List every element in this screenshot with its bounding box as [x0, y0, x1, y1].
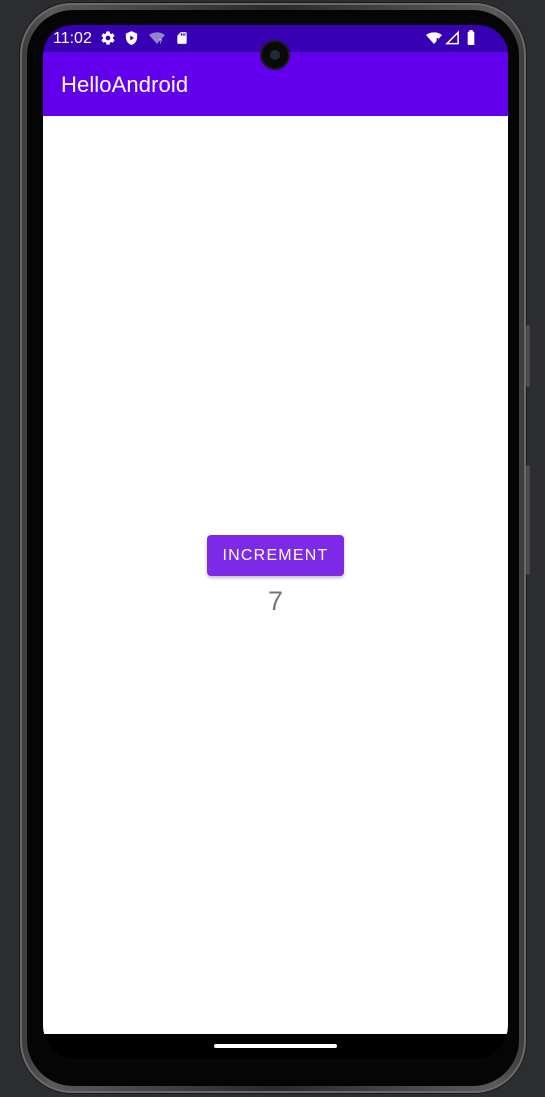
camera-lens: [270, 50, 280, 60]
gesture-nav-handle[interactable]: [214, 1044, 337, 1048]
settings-icon: [101, 31, 115, 45]
power-hardware-button[interactable]: [526, 465, 530, 575]
battery-icon: [467, 30, 475, 45]
app-title: HelloAndroid: [61, 72, 189, 97]
increment-button[interactable]: INCREMENT: [207, 535, 344, 576]
wifi-icon: [426, 32, 442, 44]
wifi-question-icon: ?: [149, 32, 165, 45]
svg-text:?: ?: [159, 38, 162, 45]
front-camera: [262, 42, 288, 68]
status-time: 11:02: [53, 30, 92, 47]
navigation-bar: [43, 1034, 508, 1059]
main-content: INCREMENT 7: [43, 116, 508, 1034]
volume-up-hardware-button[interactable]: [526, 325, 530, 387]
sd-card-icon: [177, 32, 187, 44]
device-screen: 11:02 ? HelloAndroid INCREMENT 7: [43, 25, 508, 1059]
counter-value: 7: [267, 586, 284, 616]
play-protect-icon: [125, 31, 138, 45]
signal-icon: [445, 30, 459, 45]
